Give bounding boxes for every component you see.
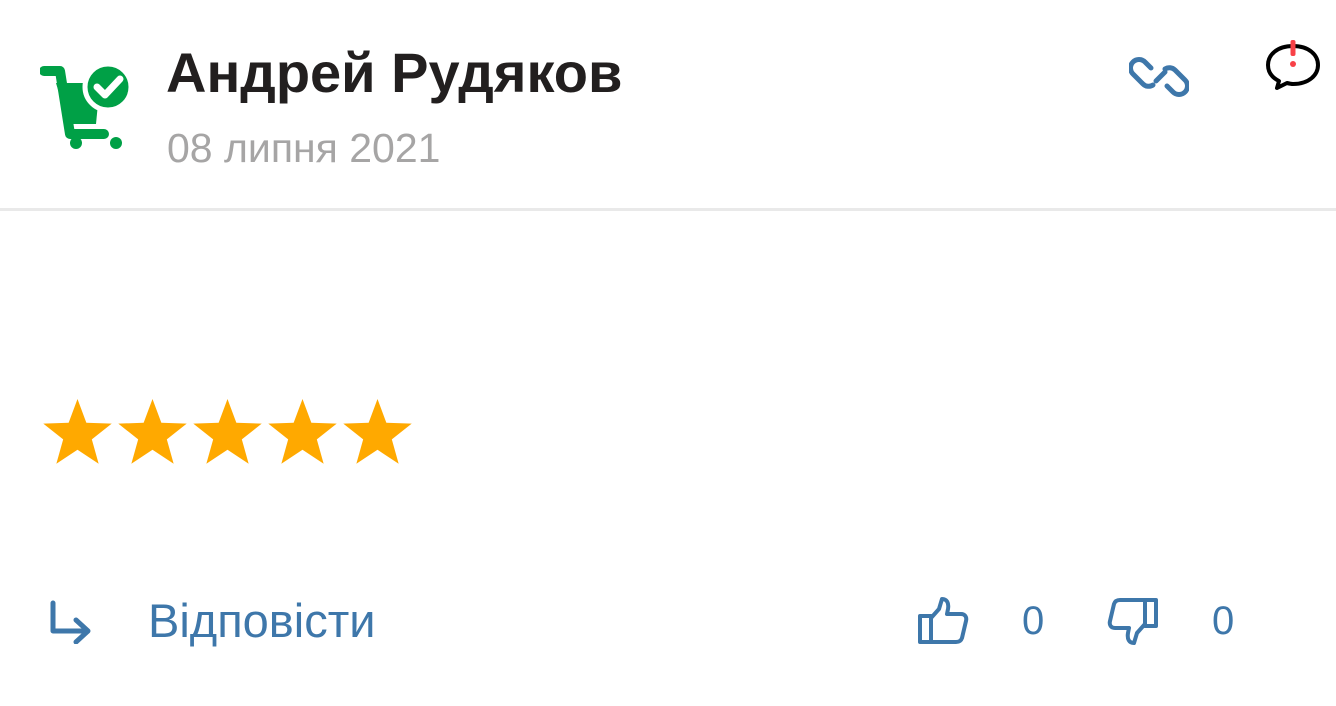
complaint-icon [1266,40,1320,90]
thumbs-down-icon [1107,598,1158,645]
link-icon [1129,57,1189,97]
star-rating [40,396,415,472]
reply-arrow-icon [50,600,91,644]
like-button[interactable]: 0 [916,588,1044,654]
author-name: Андрей Рудяков [166,41,623,104]
likes-count: 0 [1022,599,1045,643]
header-divider [0,208,1336,211]
copy-link-button[interactable] [1124,46,1194,108]
dislike-button[interactable]: 0 [1106,588,1234,654]
complain-button[interactable] [1262,36,1324,92]
reply-label: Відповісти [148,594,376,647]
star-icon [193,399,262,464]
dislikes-count: 0 [1212,599,1235,643]
reply-button[interactable]: Відповісти [46,588,376,654]
star-icon [343,399,412,464]
cart-check-icon [39,56,140,156]
star-icon [43,399,112,464]
star-icon [118,399,187,464]
review-date: 08 липня 2021 [167,125,441,171]
review-card: Андрей Рудяков 08 липня 2021 Відповісти … [0,0,1336,706]
thumbs-up-icon [918,597,969,644]
star-icon [268,399,337,464]
